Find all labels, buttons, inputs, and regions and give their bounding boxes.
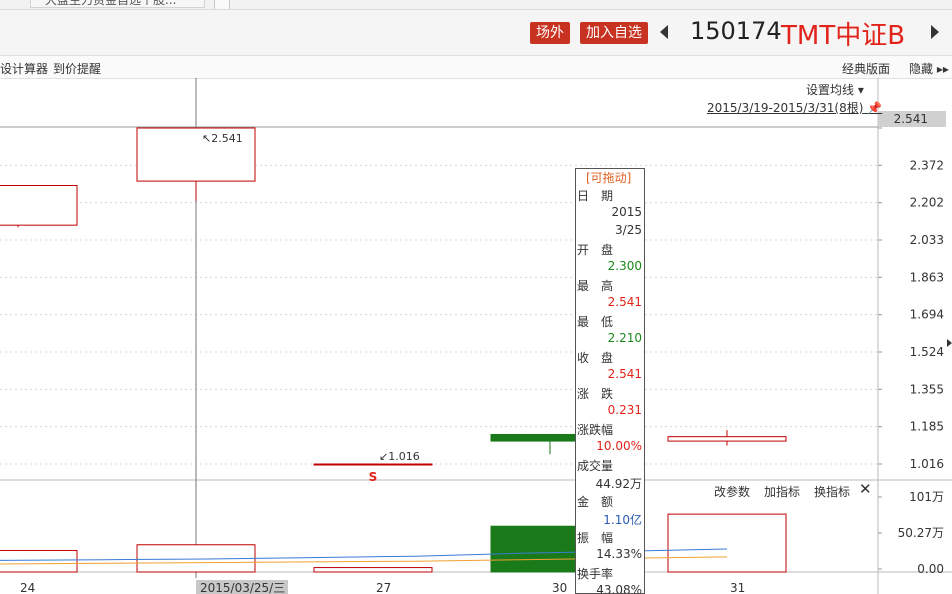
tab-market-funds[interactable]: 大盘主力资金自选个股... xyxy=(30,0,205,8)
tooltip-label: 成交量 xyxy=(577,459,614,473)
price-tick-label: 1.016 xyxy=(910,457,944,471)
tooltip-label: 涨跌幅 xyxy=(577,423,614,437)
otc-button[interactable]: 场外 xyxy=(530,22,570,44)
stock-name: TMT中证B xyxy=(781,21,906,51)
tooltip-value: 10.00% xyxy=(596,439,642,453)
tooltip-value: 3/25 xyxy=(615,223,642,237)
tooltip-value: 1.10亿 xyxy=(603,513,642,527)
tooltip-value: 43.08% xyxy=(596,583,642,594)
tooltip-value: 2.300 xyxy=(607,259,642,273)
stock-header: 场外 加入自选 150174 TMT中证B xyxy=(0,10,952,56)
calculator-button[interactable]: 设计算器 xyxy=(0,60,48,77)
price-tick-label: 1.863 xyxy=(910,270,944,284)
toolbar: 设计算器 到价提醒 经典版面 隐藏 ▸▸ xyxy=(0,56,952,79)
volume-tick-label: 101万 xyxy=(909,490,944,504)
price-alert-button[interactable]: 到价提醒 xyxy=(53,60,101,77)
x-tick-label: 24 xyxy=(20,581,35,594)
tooltip-value: 2.210 xyxy=(607,331,642,345)
prev-stock-icon[interactable] xyxy=(660,25,668,39)
candle-body xyxy=(313,463,433,466)
extreme-annotation: ↖2.541 xyxy=(202,132,243,145)
volume-bar xyxy=(0,549,78,573)
tooltip-label: 换手率 xyxy=(577,567,614,581)
volume-tick-label: 0.00 xyxy=(917,562,944,576)
tooltip-value: 2.541 xyxy=(607,367,642,381)
change-params-button[interactable]: 改参数 xyxy=(714,483,750,500)
current-price-label: 2.541 xyxy=(894,112,928,126)
crosshair-date-label: 2015/03/25/三 xyxy=(200,581,285,594)
pin-icon[interactable]: 📌 xyxy=(867,101,882,115)
tooltip-label: 金 额 xyxy=(577,495,614,509)
kline-chart[interactable]: 2.372 2.202 2.033 1.863 1.694 1.524 1.355 1.185… xyxy=(0,78,952,594)
close-icon[interactable]: ✕ xyxy=(859,480,872,498)
tooltip-value: 44.92万 xyxy=(595,477,642,491)
scroll-right-icon xyxy=(947,339,952,347)
tooltip-label: 涨 跌 xyxy=(577,387,614,401)
ma-range-link[interactable]: 2015/3/19-2015/3/31(8根) 📌 xyxy=(707,99,882,116)
tooltip-value: 2015 xyxy=(611,205,642,219)
x-tick-label: 30 xyxy=(552,581,567,594)
price-tick-label: 2.372 xyxy=(910,158,944,172)
price-tick-label: 1.355 xyxy=(910,382,944,396)
tooltip-title: [可拖动] xyxy=(586,171,632,185)
ma-setting-dropdown[interactable]: 设置均线 ▾ xyxy=(806,81,864,98)
x-tick-label: 27 xyxy=(376,581,391,594)
tooltip-label: 最 高 xyxy=(577,279,614,293)
data-tooltip[interactable]: [可拖动] 日 期 2015 3/25 开 盘 2.300 最 高 2.541 最 低 2.21… xyxy=(575,168,645,594)
sell-marker: S xyxy=(369,470,378,484)
volume-bar xyxy=(313,567,433,573)
tooltip-label: 开 盘 xyxy=(577,243,614,257)
x-tick-label: 31 xyxy=(730,581,745,594)
add-indicator-button[interactable]: 加指标 xyxy=(764,483,800,500)
tab-new[interactable] xyxy=(214,0,230,9)
price-tick-label: 1.185 xyxy=(910,420,944,434)
tooltip-label: 收 盘 xyxy=(577,351,614,365)
price-tick-label: 2.033 xyxy=(910,233,944,247)
price-tick-label: 1.524 xyxy=(910,345,944,359)
hide-button[interactable]: 隐藏 ▸▸ xyxy=(909,60,949,77)
tooltip-label: 振 幅 xyxy=(577,531,614,545)
tooltip-value: 14.33% xyxy=(596,547,642,561)
next-stock-icon[interactable] xyxy=(931,25,939,39)
tab-bar: 大盘主力资金自选个股... xyxy=(0,0,952,10)
price-tick-label: 2.202 xyxy=(910,196,944,210)
tooltip-label: 最 低 xyxy=(577,315,614,329)
candle-body xyxy=(667,436,787,442)
tooltip-value: 0.231 xyxy=(607,403,642,417)
switch-indicator-button[interactable]: 换指标 xyxy=(814,483,850,500)
tooltip-label: 日 期 xyxy=(577,189,614,203)
stock-code: 150174 xyxy=(690,17,782,45)
candle-body xyxy=(0,185,78,226)
extreme-annotation: ↙1.016 xyxy=(379,450,420,463)
volume-bar xyxy=(667,513,787,573)
tooltip-value: 2.541 xyxy=(607,295,642,309)
price-tick-label: 1.694 xyxy=(910,308,944,322)
add-favorite-button[interactable]: 加入自选 xyxy=(580,22,648,44)
classic-layout-button[interactable]: 经典版面 xyxy=(842,60,890,77)
volume-tick-label: 50.27万 xyxy=(898,526,944,540)
